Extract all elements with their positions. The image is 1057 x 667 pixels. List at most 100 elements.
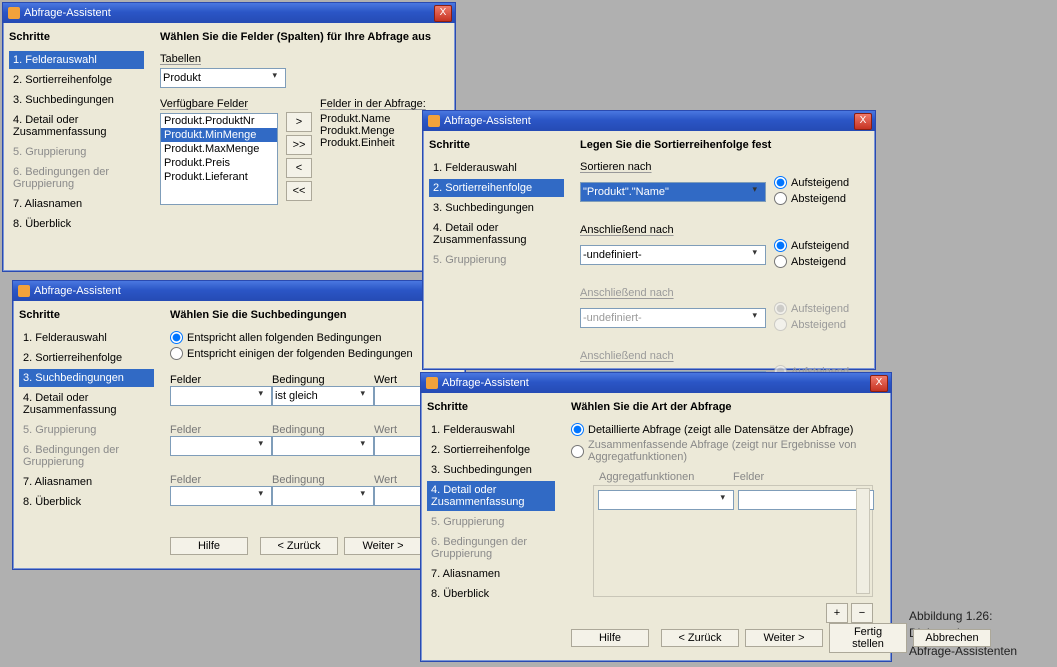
radio-input[interactable] [571,423,584,436]
step-2[interactable]: 2. Sortierreihenfolge [9,71,144,89]
titlebar[interactable]: Abfrage-Assistent X [423,111,875,131]
caption-line: Abbildung 1.26: [909,608,1057,625]
app-icon [428,115,440,127]
radio-input[interactable] [170,347,183,360]
window-title: Abfrage-Assistent [442,377,866,389]
field-select[interactable] [170,436,272,456]
radio-desc[interactable]: Absteigend [774,192,849,205]
step-3[interactable]: 3. Suchbedingungen [9,91,144,109]
radio-desc: Absteigend [774,318,849,331]
move-all-left-button[interactable]: << [286,181,312,201]
radio-label: Absteigend [791,256,846,268]
step-5: 5. Gruppierung [427,513,555,531]
content-pane: Wählen Sie die Felder (Spalten) für Ihre… [150,23,455,271]
titlebar[interactable]: Abfrage-Assistent X [3,3,455,23]
radio-input [774,302,787,315]
step-8[interactable]: 8. Überblick [9,215,144,233]
step-3[interactable]: 3. Suchbedingungen [429,199,564,217]
radio-input[interactable] [170,331,183,344]
step-1[interactable]: 1. Felderauswahl [19,329,154,347]
step-8[interactable]: 8. Überblick [19,493,154,511]
list-item[interactable]: Produkt.MinMenge [161,128,277,142]
radio-label: Detaillierte Abfrage (zeigt alle Datensä… [588,424,853,436]
radio-all[interactable]: Entspricht allen folgenden Bedingungen [170,331,455,344]
back-button[interactable]: < Zurück [260,537,338,555]
col-fields: Felder [170,424,266,436]
radio-label: Entspricht allen folgenden Bedingungen [187,332,381,344]
add-button[interactable]: + [826,603,848,623]
cancel-button[interactable]: Abbrechen [913,629,991,647]
finish-button[interactable]: Fertig stellen [829,623,907,653]
list-item[interactable]: Produkt.Preis [161,156,277,170]
next-button[interactable]: Weiter > [745,629,823,647]
col-fields: Felder [170,474,266,486]
content-heading: Wählen Sie die Suchbedingungen [170,309,455,321]
step-1[interactable]: 1. Felderauswahl [427,421,555,439]
help-button[interactable]: Hilfe [170,537,248,555]
cond-select[interactable] [272,436,374,456]
step-1[interactable]: 1. Felderauswahl [429,159,564,177]
cond-select[interactable] [272,386,374,406]
step-4[interactable]: 4. Detail oder Zusammenfassung [19,389,154,419]
step-3[interactable]: 3. Suchbedingungen [427,461,555,479]
step-2[interactable]: 2. Sortierreihenfolge [19,349,154,367]
tables-select[interactable] [160,68,286,88]
radio-input[interactable] [774,176,787,189]
radio-desc[interactable]: Absteigend [774,255,849,268]
radio-input[interactable] [774,255,787,268]
step-4[interactable]: 4. Detail oder Zusammenfassung [429,219,564,249]
close-icon[interactable]: X [434,5,452,22]
dialog-sortierreihenfolge: Abfrage-Assistent X Schritte 1. Felderau… [422,110,876,370]
step-6: 6. Bedingungen der Gruppierung [427,533,555,563]
step-7[interactable]: 7. Aliasnamen [9,195,144,213]
step-2[interactable]: 2. Sortierreihenfolge [429,179,564,197]
step-1[interactable]: 1. Felderauswahl [9,51,144,69]
titlebar[interactable]: Abfrage-Assistent X [421,373,891,393]
list-item[interactable]: Produkt.MaxMenge [161,142,277,156]
radio-detail[interactable]: Detaillierte Abfrage (zeigt alle Datensä… [571,423,881,436]
radio-input[interactable] [774,239,787,252]
step-3[interactable]: 3. Suchbedingungen [19,369,154,387]
titlebar[interactable]: Abfrage-Assistent X [13,281,465,301]
col-fields: Felder [170,374,266,386]
close-icon[interactable]: X [854,113,872,130]
radio-summary[interactable]: Zusammenfassende Abfrage (zeigt nur Erge… [571,439,881,463]
list-item[interactable]: Produkt.ProduktNr [161,114,277,128]
scrollbar[interactable] [856,488,870,594]
remove-button[interactable]: − [851,603,873,623]
help-button[interactable]: Hilfe [571,629,649,647]
sort-field-select[interactable] [580,245,766,265]
radio-input [774,318,787,331]
agg-field-select[interactable] [738,490,874,510]
step-7[interactable]: 7. Aliasnamen [19,473,154,491]
window-title: Abfrage-Assistent [24,7,430,19]
radio-asc[interactable]: Aufsteigend [774,176,849,189]
step-4[interactable]: 4. Detail oder Zusammenfassung [9,111,144,141]
radio-label: Absteigend [791,193,846,205]
move-left-button[interactable]: < [286,158,312,178]
radio-input[interactable] [774,192,787,205]
agg-select[interactable] [598,490,734,510]
radio-input[interactable] [571,445,584,458]
step-8[interactable]: 8. Überblick [427,585,555,603]
field-select[interactable] [170,486,272,506]
move-right-button[interactable]: > [286,112,312,132]
list-item[interactable]: Produkt.Lieferant [161,170,277,184]
next-button[interactable]: Weiter > [344,537,422,555]
sort-field-select [580,308,766,328]
step-2[interactable]: 2. Sortierreihenfolge [427,441,555,459]
field-select[interactable] [170,386,272,406]
radio-asc[interactable]: Aufsteigend [774,239,849,252]
available-listbox[interactable]: Produkt.ProduktNr Produkt.MinMenge Produ… [160,113,278,205]
step-4[interactable]: 4. Detail oder Zusammenfassung [427,481,555,511]
steps-header: Schritte [9,31,144,43]
cond-select[interactable] [272,486,374,506]
radio-any[interactable]: Entspricht einigen der folgenden Bedingu… [170,347,455,360]
step-7[interactable]: 7. Aliasnamen [427,565,555,583]
back-button[interactable]: < Zurück [661,629,739,647]
list-item: Produkt.Name [320,113,438,125]
move-all-right-button[interactable]: >> [286,135,312,155]
sort-field-select[interactable] [580,182,766,202]
step-6: 6. Bedingungen der Gruppierung [9,163,144,193]
close-icon[interactable]: X [870,375,888,392]
